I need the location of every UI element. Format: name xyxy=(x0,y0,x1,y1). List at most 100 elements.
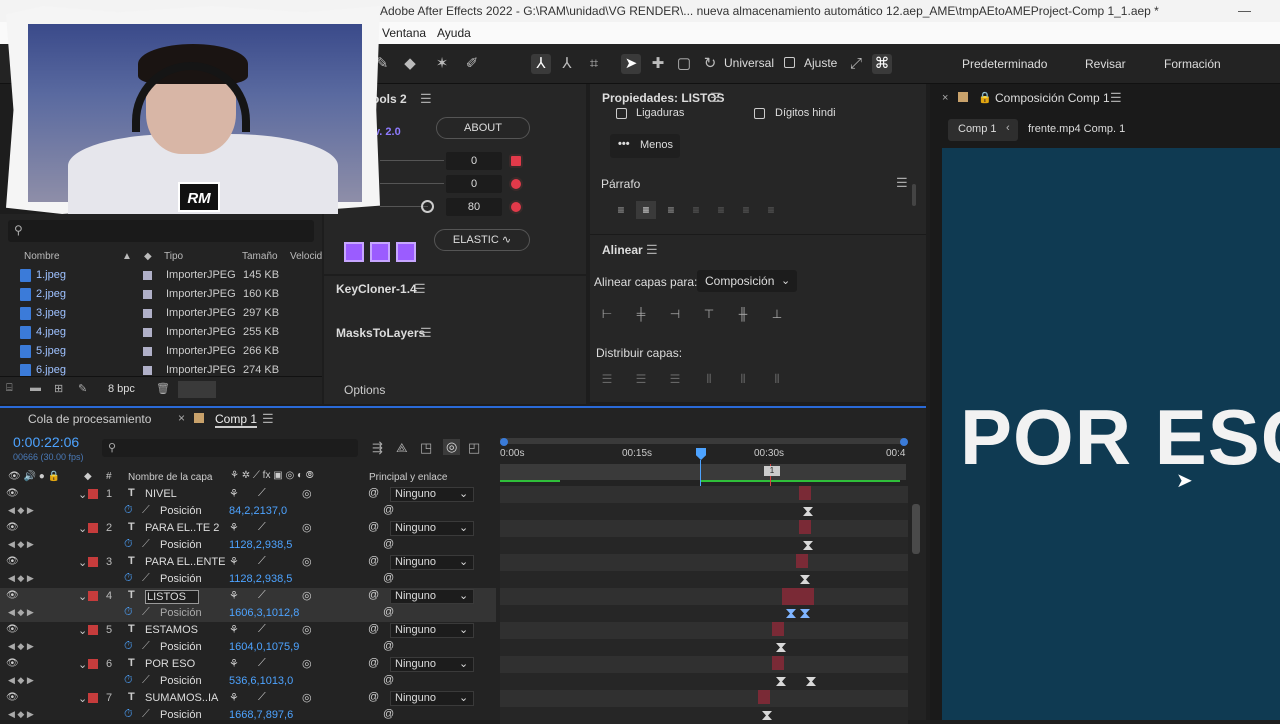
motion-blur-icon[interactable]: ◎ xyxy=(302,623,312,636)
shy-switch-icon[interactable]: ⚘ xyxy=(229,555,239,568)
col-tamano[interactable]: Tamaño xyxy=(242,251,278,262)
panel-menu-icon[interactable]: ☰ xyxy=(420,91,432,107)
col-layer-name[interactable]: Nombre de la capa xyxy=(128,472,213,483)
layer-clip[interactable] xyxy=(758,690,770,704)
layer-name[interactable]: LISTOS xyxy=(145,590,199,604)
alinear-dropdown[interactable]: Composición ⌄ xyxy=(697,270,797,292)
property-row[interactable]: ◀ ◆ ▶ ⏱ ⟋ Posición 1128,2,938,5 @ xyxy=(0,537,496,554)
layer-name[interactable]: NIVEL xyxy=(145,488,177,500)
parent-dropdown[interactable]: Ninguno ⌄ xyxy=(390,555,474,570)
layer-row[interactable]: 👁 ⌄ 6 T POR ESO ⚘ ⟋ ◎ @ Ninguno ⌄ xyxy=(0,656,496,673)
visibility-icon[interactable]: 👁 xyxy=(6,624,19,635)
layer-name[interactable]: ESTAMOS xyxy=(145,624,198,636)
keyframe-nav-icon[interactable]: ◀ ◆ ▶ xyxy=(8,641,34,652)
layer-clip[interactable] xyxy=(796,554,808,568)
panel-menu-icon[interactable]: ☰ xyxy=(710,90,722,106)
property-row[interactable]: ◀ ◆ ▶ ⏱ ⟋ Posición 1128,2,938,5 @ xyxy=(0,571,496,588)
layer-track[interactable] xyxy=(500,554,908,571)
stopwatch-icon[interactable]: ⏱ xyxy=(124,640,133,653)
parent-dropdown[interactable]: Ninguno ⌄ xyxy=(390,589,474,604)
position-value[interactable]: 1668,7,897,6 xyxy=(229,709,293,721)
visibility-icon[interactable]: 👁 xyxy=(6,692,19,703)
panel-menu-icon[interactable]: ☰ xyxy=(646,242,658,258)
layer-row[interactable]: 👁 ⌄ 2 T PARA EL..TE 2 ⚘ ⟋ ◎ @ Ninguno ⌄ xyxy=(0,520,496,537)
new-comp-icon[interactable]: ⊞ xyxy=(54,382,63,395)
align-center-icon[interactable]: ≡ xyxy=(636,201,656,219)
property-track[interactable] xyxy=(500,639,908,656)
motion-blur-icon[interactable]: ◎ xyxy=(302,487,312,500)
distribute-left-icon[interactable]: ⦀ xyxy=(702,372,716,386)
chevron-down-icon[interactable]: ⌄ xyxy=(78,658,87,671)
file-row[interactable]: 5.jpeg ImporterJPEG 266 KB xyxy=(0,342,306,361)
pickwhip-icon[interactable]: @ xyxy=(368,555,379,567)
pickwhip-icon[interactable]: @ xyxy=(368,589,379,601)
quality-switch-icon[interactable]: ⟋ xyxy=(258,691,266,704)
layer-track[interactable] xyxy=(500,520,908,537)
pen-icon[interactable]: ✎ xyxy=(78,382,87,395)
chevron-down-icon[interactable]: ⌄ xyxy=(78,556,87,569)
graph-editor-icon[interactable]: ◰ xyxy=(468,440,480,456)
preset-square-1[interactable] xyxy=(344,242,364,262)
keyframe-nav-icon[interactable]: ◀ ◆ ▶ xyxy=(8,573,34,584)
panel-menu-icon[interactable]: ☰ xyxy=(414,281,426,297)
distribute-bottom-icon[interactable]: ☰ xyxy=(668,372,682,386)
panel-menu-icon[interactable]: ☰ xyxy=(262,411,274,427)
property-row[interactable]: ◀ ◆ ▶ ⏱ ⟋ Posición 1668,7,897,6 @ xyxy=(0,707,496,724)
ajuste-checkbox[interactable] xyxy=(784,57,795,68)
shy-switch-icon[interactable]: ⚘ xyxy=(229,487,239,500)
keyframe-nav-icon[interactable]: ◀ ◆ ▶ xyxy=(8,539,34,550)
layer-row[interactable]: 👁 ⌄ 5 T ESTAMOS ⚘ ⟋ ◎ @ Ninguno ⌄ xyxy=(0,622,496,639)
align-top-edges-icon[interactable]: ⊤ xyxy=(702,307,716,321)
file-row[interactable]: 1.jpeg ImporterJPEG 145 KB xyxy=(0,266,306,285)
chevron-down-icon[interactable]: ⌄ xyxy=(78,624,87,637)
visibility-icon[interactable]: 👁 xyxy=(6,488,19,499)
graph-icon[interactable]: ⟋ xyxy=(142,674,150,687)
distribute-right-icon[interactable]: ⦀ xyxy=(770,372,784,386)
stopwatch-icon[interactable]: ⏱ xyxy=(124,606,133,619)
value-field[interactable]: 80 xyxy=(446,198,502,216)
marker-badge[interactable]: 1 xyxy=(764,466,780,476)
layer-clip[interactable] xyxy=(772,622,784,636)
pickwhip-icon[interactable]: @ xyxy=(383,674,394,686)
snap-icon[interactable]: ⤢ xyxy=(846,54,866,74)
justify-right-icon[interactable]: ≡ xyxy=(739,203,753,217)
close-icon[interactable]: × xyxy=(178,411,185,425)
property-track[interactable] xyxy=(500,571,908,588)
pin-icon[interactable]: ✐ xyxy=(462,54,482,74)
slider-track[interactable] xyxy=(380,183,444,184)
workspace-formacion[interactable]: Formación xyxy=(1164,57,1221,71)
axis-local-icon[interactable]: ⅄ xyxy=(531,54,551,74)
align-bottom-edges-icon[interactable]: ⊥ xyxy=(770,307,784,321)
property-row[interactable]: ◀ ◆ ▶ ⏱ ⟋ Posición 84,2,2137,0 @ xyxy=(0,503,496,520)
menos-button[interactable]: ••• Menos xyxy=(610,134,680,158)
graph-icon[interactable]: ⟋ xyxy=(142,708,150,721)
property-row[interactable]: ◀ ◆ ▶ ⏱ ⟋ Posición 1606,3,1012,8 @ xyxy=(0,605,496,622)
value-field[interactable]: 0 xyxy=(446,175,502,193)
property-track[interactable] xyxy=(500,537,908,554)
quality-switch-icon[interactable]: ⟋ xyxy=(258,487,266,500)
parent-dropdown[interactable]: Ninguno ⌄ xyxy=(390,487,474,502)
align-right-icon[interactable]: ≡ xyxy=(664,203,678,217)
pickwhip-icon[interactable]: @ xyxy=(368,623,379,635)
bpc-button[interactable]: 8 bpc xyxy=(108,383,135,395)
position-value[interactable]: 1606,3,1012,8 xyxy=(229,607,299,619)
label-swatch[interactable] xyxy=(88,489,98,499)
shy-switch-icon[interactable]: ⚘ xyxy=(229,521,239,534)
work-area-end[interactable] xyxy=(900,438,908,446)
label-swatch[interactable] xyxy=(88,591,98,601)
visibility-icon[interactable]: 👁 xyxy=(6,658,19,669)
preset-square-2[interactable] xyxy=(370,242,390,262)
slider-track[interactable] xyxy=(380,160,444,161)
label-swatch[interactable] xyxy=(88,625,98,635)
parent-dropdown[interactable]: Ninguno ⌄ xyxy=(390,521,474,536)
property-row[interactable]: ◀ ◆ ▶ ⏱ ⟋ Posición 536,6,1013,0 @ xyxy=(0,673,496,690)
quality-switch-icon[interactable]: ⟋ xyxy=(258,657,266,670)
chevron-down-icon[interactable]: ⌄ xyxy=(78,692,87,705)
align-left-icon[interactable]: ≡ xyxy=(614,203,628,217)
layer-row[interactable]: 👁 ⌄ 4 T LISTOS ⚘ ⟋ ◎ @ Ninguno ⌄ xyxy=(0,588,496,605)
puppet-icon[interactable]: ✶ xyxy=(432,54,452,74)
layer-clip[interactable] xyxy=(799,486,811,500)
property-row[interactable]: ◀ ◆ ▶ ⏱ ⟋ Posición 1604,0,1075,9 @ xyxy=(0,639,496,656)
shy-switch-icon[interactable]: ⚘ xyxy=(229,589,239,602)
breadcrumb-frente[interactable]: frente.mp4 Comp. 1 xyxy=(1028,123,1125,135)
